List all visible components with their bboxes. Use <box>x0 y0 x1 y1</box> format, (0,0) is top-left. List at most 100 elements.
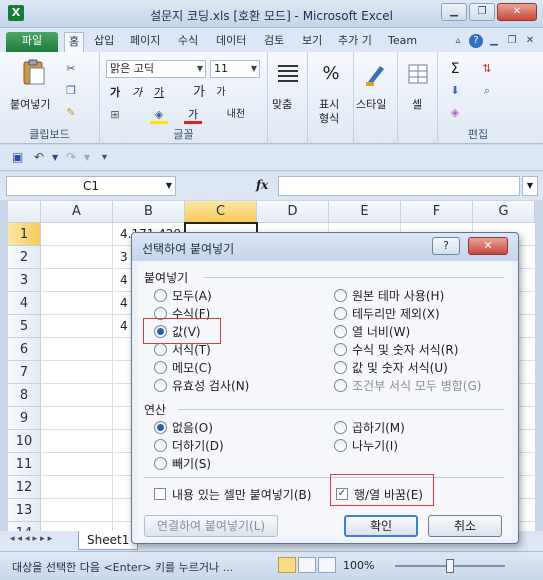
row-header-6[interactable]: 6 <box>8 338 41 361</box>
paste-button-label[interactable]: 붙여넣기 <box>10 96 50 112</box>
column-header-c[interactable]: C <box>185 201 257 223</box>
tab-home[interactable]: 홈 <box>64 32 85 52</box>
tab-view[interactable]: 보기 <box>298 32 326 52</box>
bold-button[interactable]: 가 <box>106 84 124 102</box>
restore-button[interactable]: ❐ <box>469 3 495 21</box>
paste-option-formats[interactable]: 서식(T) <box>154 343 211 357</box>
operation-subtract[interactable]: 빼기(S) <box>154 457 211 471</box>
row-header-14[interactable]: 14 <box>8 522 41 531</box>
row-header-13[interactable]: 13 <box>8 499 41 522</box>
clear-icon[interactable]: ◈ <box>446 104 464 122</box>
styles-brush-icon[interactable] <box>362 60 390 88</box>
workbook-minimize-icon[interactable]: ▁ <box>487 34 501 48</box>
minimize-ribbon-icon[interactable]: ▵ <box>451 34 465 48</box>
tab-file[interactable]: 파일 <box>6 32 58 52</box>
workbook-restore-icon[interactable]: ❐ <box>505 34 519 48</box>
column-header-b[interactable]: B <box>113 201 185 223</box>
operation-none[interactable]: 없음(O) <box>154 421 213 435</box>
page-layout-view-icon[interactable] <box>298 557 316 573</box>
paste-option-no-borders[interactable]: 테두리만 제외(X) <box>334 307 440 321</box>
paste-option-source-theme[interactable]: 원본 테마 사용(H) <box>334 289 444 303</box>
tab-review[interactable]: 검토 <box>260 32 288 52</box>
row-header-12[interactable]: 12 <box>8 476 41 499</box>
alignment-icon[interactable] <box>274 60 302 88</box>
tab-team[interactable]: Team <box>384 32 421 52</box>
alignment-label[interactable]: 맞춤 <box>272 96 292 112</box>
ok-button[interactable]: 확인 <box>344 515 418 537</box>
column-header-d[interactable]: D <box>257 201 329 223</box>
row-header-4[interactable]: 4 <box>8 292 41 315</box>
row-header-11[interactable]: 11 <box>8 453 41 476</box>
styles-label[interactable]: 스타일 <box>356 96 386 112</box>
cell-b2[interactable]: 3 <box>120 246 128 269</box>
format-painter-icon[interactable]: ✎ <box>62 104 80 122</box>
tab-addins[interactable]: 추가 기 <box>334 32 376 52</box>
font-name-combo[interactable]: 맑은 고딕 ▼ <box>106 60 206 78</box>
cut-icon[interactable]: ✂ <box>62 60 80 78</box>
column-header-a[interactable]: A <box>41 201 113 223</box>
undo-icon[interactable]: ↶ <box>34 150 44 164</box>
paste-option-comments[interactable]: 메모(C) <box>154 361 212 375</box>
minimize-button[interactable]: ▁ <box>441 3 467 21</box>
expand-formula-icon[interactable]: ▼ <box>522 176 538 196</box>
page-break-view-icon[interactable] <box>318 557 336 573</box>
sheet-tab-sheet1[interactable]: Sheet1 <box>78 531 139 550</box>
number-format-label-2[interactable]: 형식 <box>319 110 339 126</box>
sort-filter-icon[interactable]: ⇅ <box>478 60 496 78</box>
paste-option-column-widths[interactable]: 열 너비(W) <box>334 325 410 339</box>
cell-b4[interactable]: 4 <box>120 292 128 315</box>
dialog-close-button[interactable]: ✕ <box>468 237 508 255</box>
column-header-g[interactable]: G <box>473 201 535 223</box>
chevron-down-icon[interactable]: ▼ <box>52 153 58 162</box>
grow-font-button[interactable]: 가 <box>190 84 208 102</box>
cells-label[interactable]: 셀 <box>412 96 422 112</box>
tab-data[interactable]: 데이터 <box>212 32 250 52</box>
tab-insert[interactable]: 삽입 <box>90 32 118 52</box>
underline-button[interactable]: 가 <box>150 84 168 102</box>
phonetic-button[interactable]: 내천 <box>222 106 250 124</box>
cell-b5[interactable]: 4 <box>120 315 128 338</box>
fill-color-icon[interactable]: ◈ <box>150 106 168 124</box>
font-size-combo[interactable]: 11 ▼ <box>210 60 260 78</box>
customize-qat-icon[interactable]: ▾ <box>102 152 107 163</box>
percent-icon[interactable]: % <box>317 60 345 88</box>
zoom-slider-thumb[interactable] <box>446 559 454 573</box>
formula-input[interactable] <box>278 176 520 196</box>
zoom-level[interactable]: 100% <box>343 559 374 572</box>
find-select-icon[interactable]: ⌕ <box>478 82 496 100</box>
tab-formulas[interactable]: 수식 <box>174 32 202 52</box>
row-header-8[interactable]: 8 <box>8 384 41 407</box>
row-header-1[interactable]: 1 <box>8 223 41 246</box>
cell-b3[interactable]: 4 <box>120 269 128 292</box>
shrink-font-button[interactable]: 가 <box>212 84 230 102</box>
autosum-icon[interactable]: Σ <box>446 60 464 78</box>
skip-blanks-checkbox[interactable]: 내용 있는 셀만 붙여넣기(B) <box>154 488 311 502</box>
name-box[interactable]: C1 ▼ <box>6 176 176 196</box>
column-header-f[interactable]: F <box>401 201 473 223</box>
save-icon[interactable]: ▣ <box>12 150 23 164</box>
paste-option-validation[interactable]: 유효성 검사(N) <box>154 379 249 393</box>
row-header-5[interactable]: 5 <box>8 315 41 338</box>
italic-button[interactable]: 가 <box>128 84 146 102</box>
row-header-7[interactable]: 7 <box>8 361 41 384</box>
dialog-help-button[interactable]: ? <box>432 237 460 255</box>
row-header-2[interactable]: 2 <box>8 246 41 269</box>
operation-divide[interactable]: 나누기(I) <box>334 439 398 453</box>
operation-add[interactable]: 더하기(D) <box>154 439 224 453</box>
row-header-9[interactable]: 9 <box>8 407 41 430</box>
cancel-button[interactable]: 취소 <box>428 515 502 537</box>
paste-option-values-numbers[interactable]: 값 및 숫자 서식(U) <box>334 361 448 375</box>
close-button[interactable]: ✕ <box>497 3 537 21</box>
insert-function-button[interactable]: fx <box>256 178 268 192</box>
cells-icon[interactable] <box>404 60 432 88</box>
copy-icon[interactable]: ❐ <box>62 82 80 100</box>
fill-icon[interactable]: ⬇ <box>446 82 464 100</box>
border-icon[interactable]: ⊞ <box>106 106 124 124</box>
row-header-3[interactable]: 3 <box>8 269 41 292</box>
paste-option-formulas-numbers[interactable]: 수식 및 숫자 서식(R) <box>334 343 458 357</box>
help-icon[interactable]: ? <box>469 34 483 48</box>
column-header-e[interactable]: E <box>329 201 401 223</box>
workbook-close-icon[interactable]: ✕ <box>523 34 537 48</box>
paste-icon[interactable] <box>20 58 48 86</box>
select-all-corner[interactable] <box>8 201 41 223</box>
